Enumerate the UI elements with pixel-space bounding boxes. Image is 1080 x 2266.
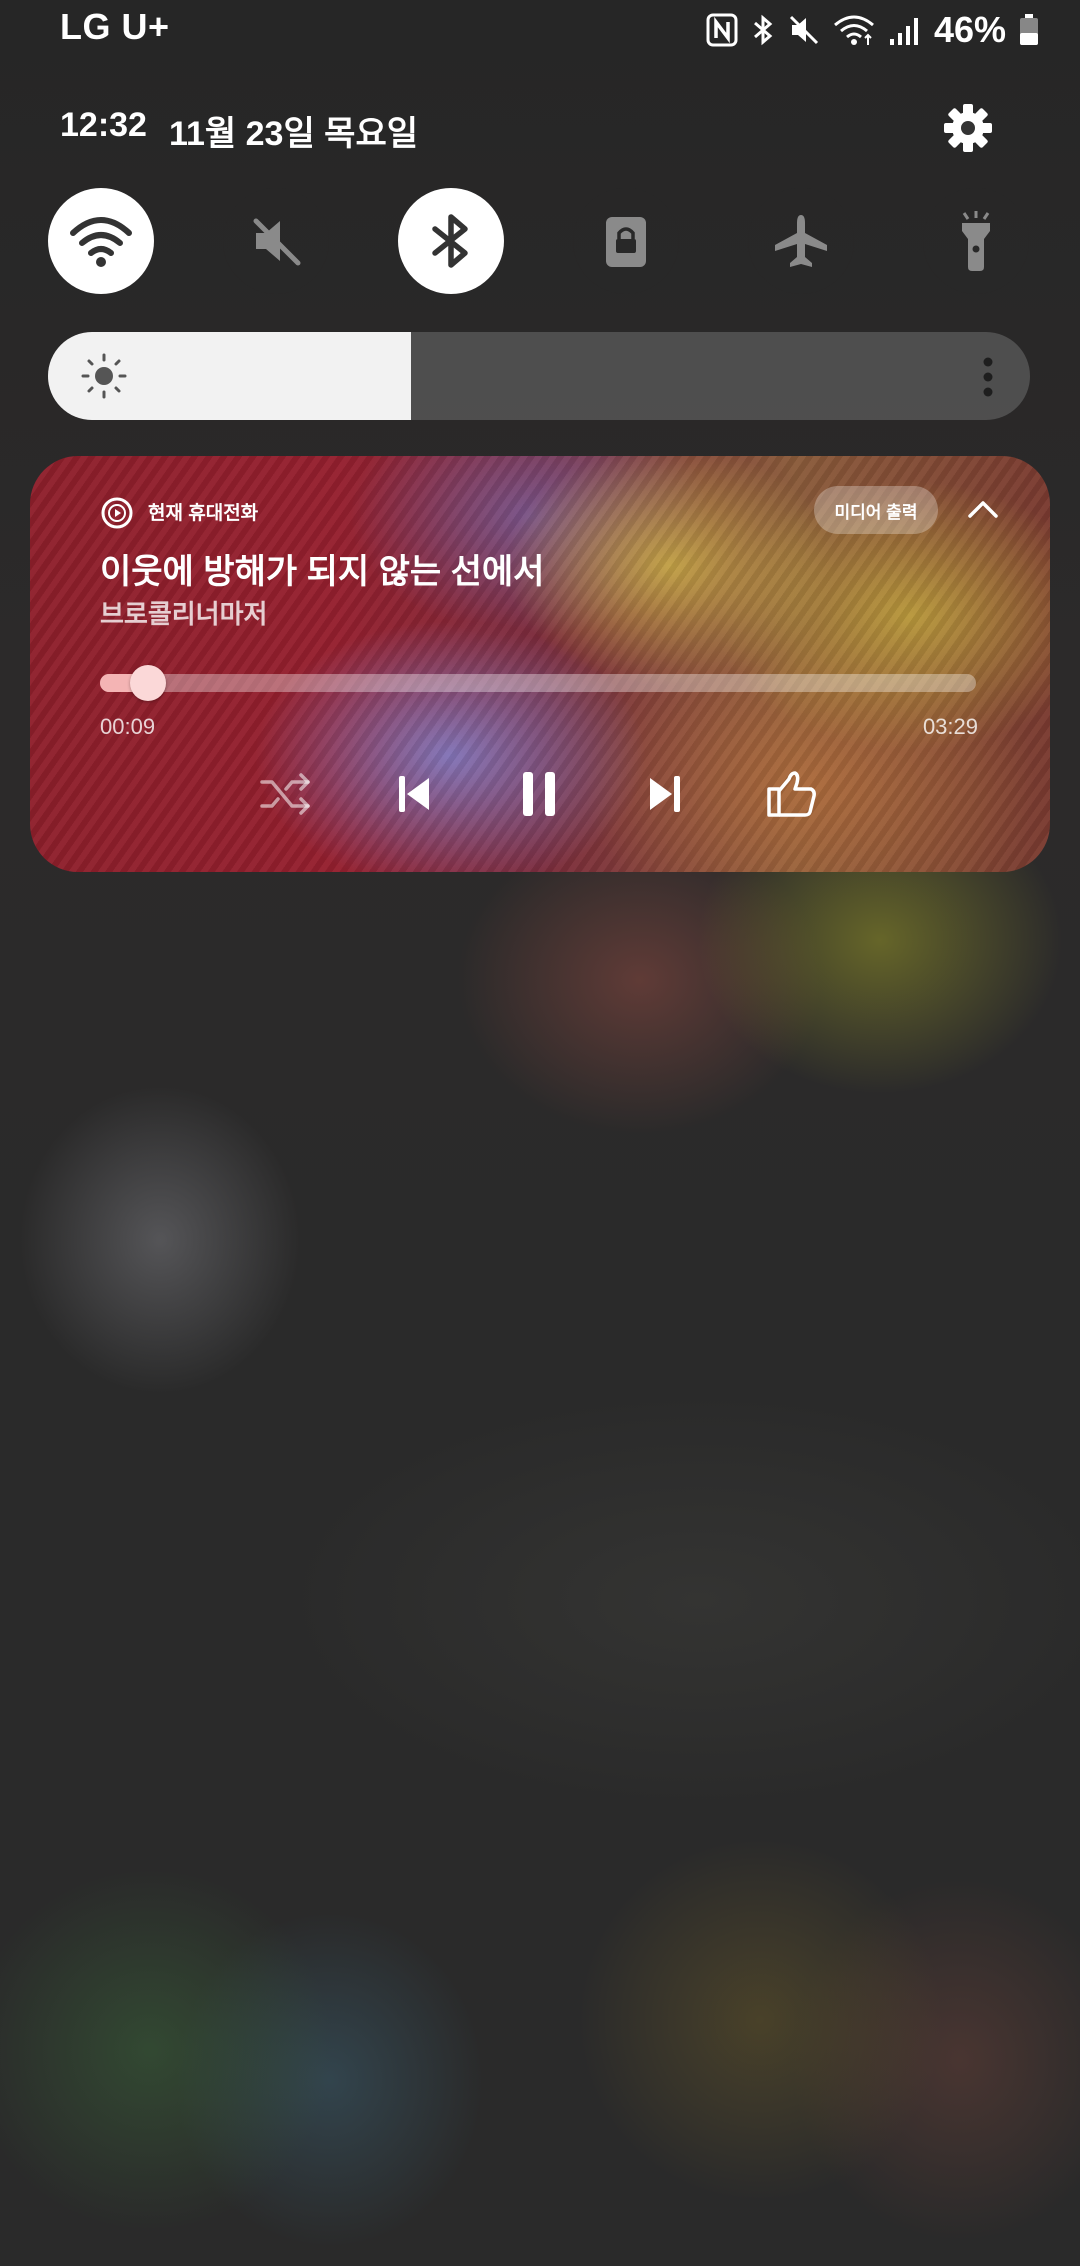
nfc-icon: [706, 13, 738, 47]
settings-button[interactable]: [940, 100, 996, 156]
bluetooth-icon: [750, 13, 776, 47]
previous-button[interactable]: [383, 764, 443, 824]
tile-wifi[interactable]: [48, 188, 154, 294]
media-output-button[interactable]: 미디어 출력: [814, 486, 938, 534]
pause-button[interactable]: [509, 764, 569, 824]
progress-thumb[interactable]: [130, 665, 166, 701]
shuffle-button[interactable]: [256, 764, 316, 824]
sun-icon: [78, 350, 130, 407]
tile-screen-lock[interactable]: [573, 188, 679, 294]
pause-icon: [523, 772, 555, 816]
battery-icon: [1018, 13, 1040, 47]
tile-airplane[interactable]: [748, 188, 854, 294]
battery-percent: 46%: [933, 9, 1006, 50]
media-player-card[interactable]: 현재 휴대전화 미디어 출력 이웃에 방해가 되지 않는 선에서 브로콜리너마저…: [30, 456, 1050, 872]
total-time: 03:29: [922, 714, 978, 739]
tile-flashlight[interactable]: [923, 188, 1029, 294]
mute-icon: [788, 13, 820, 47]
status-icons: 46%: [706, 8, 1040, 52]
wifi-icon: [70, 217, 132, 267]
next-icon: [650, 776, 680, 812]
carrier-label: LG U+: [60, 6, 170, 47]
date-label[interactable]: 11월 23일 목요일: [169, 106, 418, 155]
mute-icon: [253, 218, 301, 266]
thumbs-up-icon: [767, 771, 816, 817]
status-bar: LG U+ 46%: [0, 0, 1080, 60]
bluetooth-icon: [432, 214, 468, 268]
artist-name: 브로콜리너마저: [100, 599, 268, 629]
date-time-row: 12:32 11월 23일 목요일: [60, 106, 418, 155]
next-button[interactable]: [636, 764, 696, 824]
chevron-up-icon[interactable]: [966, 494, 1000, 529]
lock-icon: [606, 217, 646, 267]
cellular-signal-icon: [888, 13, 922, 47]
elapsed-time: 00:09: [100, 714, 156, 739]
airplane-icon: [775, 215, 827, 267]
tile-bluetooth[interactable]: [398, 188, 504, 294]
gear-icon: [944, 104, 992, 152]
shuffle-icon: [260, 773, 310, 815]
play-circle-icon: [100, 496, 134, 535]
brightness-slider[interactable]: [48, 332, 1030, 420]
song-title: 이웃에 방해가 되지 않는 선에서: [100, 553, 545, 591]
previous-icon: [399, 776, 429, 812]
progress-track[interactable]: [100, 674, 976, 692]
clock-time[interactable]: 12:32: [60, 106, 147, 155]
wifi-icon: [832, 13, 876, 47]
like-button[interactable]: [762, 764, 822, 824]
more-vertical-icon[interactable]: [982, 356, 994, 403]
tile-sound[interactable]: [223, 188, 329, 294]
flashlight-icon: [962, 211, 990, 271]
media-source-label: 현재 휴대전화: [148, 503, 259, 524]
